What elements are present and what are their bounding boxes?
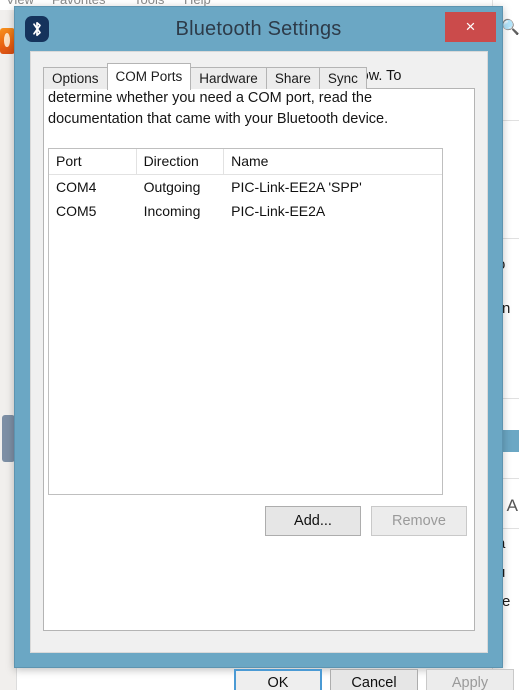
tabstrip: Options COM Ports Hardware Share Sync bbox=[43, 63, 367, 90]
table-row[interactable]: COM5 Incoming PIC-Link-EE2A bbox=[49, 199, 442, 223]
tab-options[interactable]: Options bbox=[43, 67, 108, 89]
add-button[interactable]: Add... bbox=[265, 506, 361, 536]
cell-direction: Incoming bbox=[143, 203, 201, 219]
com-ports-listview[interactable]: Port Direction Name COM4 Outgoing PIC-Li… bbox=[48, 148, 443, 495]
ok-button[interactable]: OK bbox=[234, 669, 322, 690]
remove-button: Remove bbox=[371, 506, 467, 536]
cell-name: PIC-Link-EE2A bbox=[231, 203, 326, 219]
column-header-port[interactable]: Port bbox=[49, 149, 137, 174]
close-button[interactable]: × bbox=[445, 12, 496, 42]
column-header-name[interactable]: Name bbox=[224, 149, 442, 174]
dialog-title: Bluetooth Settings bbox=[175, 18, 342, 40]
clipped-text: A bbox=[506, 496, 518, 515]
cell-port: COM5 bbox=[56, 203, 97, 219]
firefox-icon[interactable] bbox=[0, 28, 15, 54]
cell-port: COM4 bbox=[56, 179, 97, 195]
cell-direction: Outgoing bbox=[143, 179, 201, 195]
apply-button: Apply bbox=[426, 669, 514, 690]
tab-com-ports[interactable]: COM Ports bbox=[106, 63, 192, 90]
listview-header: Port Direction Name bbox=[49, 149, 442, 175]
search-icon[interactable]: 🔍 bbox=[501, 20, 519, 36]
dialog-body: Options COM Ports Hardware Share Sync Th… bbox=[30, 51, 514, 690]
tab-hardware[interactable]: Hardware bbox=[190, 67, 267, 89]
tab-sync[interactable]: Sync bbox=[318, 67, 367, 89]
dialog-titlebar[interactable]: Bluetooth Settings × bbox=[15, 7, 502, 51]
bluetooth-settings-dialog: Bluetooth Settings × Options COM Ports H… bbox=[14, 6, 514, 690]
column-header-direction[interactable]: Direction bbox=[137, 149, 225, 174]
table-row[interactable]: COM4 Outgoing PIC-Link-EE2A 'SPP' bbox=[49, 175, 442, 199]
screen: View Favorites Tools Help 🔍 o f rn A a u… bbox=[0, 0, 519, 690]
cancel-button[interactable]: Cancel bbox=[330, 669, 418, 690]
tab-share[interactable]: Share bbox=[265, 67, 320, 89]
cell-name: PIC-Link-EE2A 'SPP' bbox=[231, 179, 362, 195]
